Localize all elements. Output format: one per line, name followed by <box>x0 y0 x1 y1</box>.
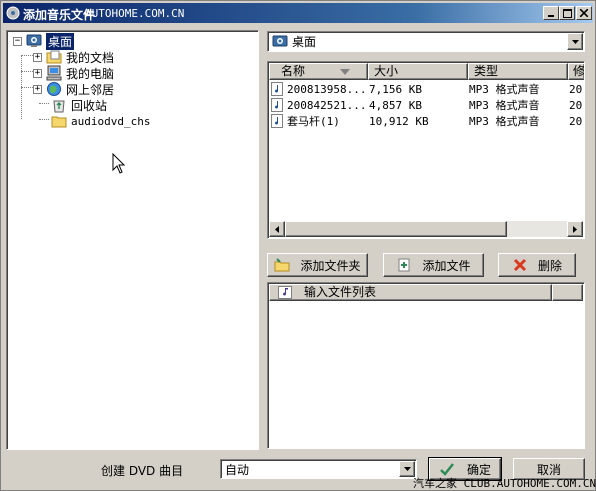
title-watermark: AUTOHOME.COM.CN <box>85 7 185 20</box>
my-computer-icon <box>46 65 62 81</box>
close-icon <box>580 9 588 17</box>
network-icon <box>47 82 61 96</box>
track-mode-value: 自动 <box>225 462 250 477</box>
input-file-list-header: 输入文件列表 <box>269 284 583 301</box>
close-button[interactable] <box>576 6 592 20</box>
tree-connector <box>39 119 49 120</box>
folder-icon <box>51 116 67 128</box>
my-documents-icon <box>46 50 62 64</box>
add-folder-label: 添加文件夹 <box>300 258 361 273</box>
file-name: 200813958... <box>287 82 367 96</box>
dialog-window: 添加音乐文件 AUTOHOME.COM.CN − 桌面 + 我的文档 + 我的电… <box>0 0 596 491</box>
file-name: 200842521... <box>287 98 367 112</box>
expand-toggle[interactable]: + <box>33 84 42 94</box>
file-size: 7,156 KB <box>369 82 422 96</box>
add-folder-button[interactable]: 添加文件夹 <box>267 253 368 277</box>
collapse-toggle[interactable]: − <box>13 36 22 46</box>
add-file-icon <box>398 258 410 272</box>
tree-item-network[interactable]: + 网上邻居 <box>33 81 114 97</box>
column-header-size[interactable]: 大小 <box>368 63 468 80</box>
file-type: MP3 格式声音 <box>469 83 540 96</box>
audio-file-icon <box>271 98 283 112</box>
mouse-cursor-icon <box>112 153 126 174</box>
audio-file-icon <box>271 82 283 96</box>
file-modified: 20 <box>569 114 583 128</box>
tree-item-recycle-bin[interactable]: 回收站 <box>51 97 107 113</box>
file-size: 4,857 KB <box>369 98 422 112</box>
tree-item-label: 我的电脑 <box>66 66 115 81</box>
expand-toggle[interactable]: + <box>33 68 42 78</box>
input-file-list[interactable]: 输入文件列表 <box>267 282 585 449</box>
location-combo[interactable]: 桌面 <box>267 31 585 52</box>
location-dropdown-button[interactable] <box>567 33 583 50</box>
footer-watermark: 汽车之家 CLUB.AUTOHOME.COM.CN <box>413 477 596 490</box>
maximize-icon <box>562 8 572 18</box>
music-note-icon <box>278 286 292 299</box>
app-icon <box>6 6 20 20</box>
chevron-down-icon <box>403 467 411 471</box>
file-modified: 20 <box>569 98 583 112</box>
scroll-thumb[interactable] <box>285 221 507 237</box>
delete-button[interactable]: 删除 <box>498 253 576 277</box>
recycle-bin-icon <box>53 100 65 113</box>
tree-item-label: 我的文档 <box>66 50 115 65</box>
column-header-type[interactable]: 类型 <box>468 63 568 80</box>
tree-item-label: 网上邻居 <box>66 82 115 97</box>
arrow-right-icon <box>573 225 577 233</box>
tree-item-audiodvd[interactable]: audiodvd_chs <box>51 113 150 129</box>
expand-toggle[interactable]: + <box>33 52 42 62</box>
file-list-header: 名称 大小 类型 修 <box>269 63 584 80</box>
column-header-modified[interactable]: 修 <box>568 63 584 80</box>
scroll-right-button[interactable] <box>567 221 583 237</box>
tree-item-label: audiodvd_chs <box>71 114 151 128</box>
minimize-icon <box>548 15 554 17</box>
title-bar[interactable]: 添加音乐文件 AUTOHOME.COM.CN <box>3 3 593 23</box>
column-header-input-files[interactable]: 输入文件列表 <box>269 284 552 301</box>
file-name: 套马杆(1) <box>287 115 340 128</box>
scroll-left-button[interactable] <box>269 221 285 237</box>
chevron-down-icon <box>571 39 579 44</box>
desktop-icon <box>26 34 42 47</box>
desktop-icon <box>272 35 288 46</box>
file-row[interactable]: 200813958... 7,156 KB MP3 格式声音 20 <box>271 81 583 97</box>
tree-item-my-documents[interactable]: + 我的文档 <box>33 49 114 65</box>
file-size: 10,912 KB <box>369 114 429 128</box>
file-type: MP3 格式声音 <box>469 115 540 128</box>
maximize-button[interactable] <box>559 6 575 20</box>
audio-file-icon <box>271 114 283 128</box>
file-row[interactable]: 200842521... 4,857 KB MP3 格式声音 20 <box>271 97 583 113</box>
horizontal-scrollbar[interactable] <box>269 221 583 237</box>
file-modified: 20 <box>569 82 583 96</box>
file-row[interactable]: 套马杆(1) 10,912 KB MP3 格式声音 20 <box>271 113 583 129</box>
track-mode-select[interactable]: 自动 <box>220 459 417 479</box>
tree-item-label: 回收站 <box>71 98 108 113</box>
column-header-name[interactable]: 名称 <box>269 63 368 80</box>
create-dvd-track-label: 创建 DVD 曲目 <box>101 464 184 478</box>
minimize-button[interactable] <box>543 6 559 20</box>
folder-tree[interactable]: − 桌面 + 我的文档 + 我的电脑 + 网上邻居 回收站 audiodvd_c… <box>6 30 259 450</box>
file-list[interactable]: 名称 大小 类型 修 200813958... 7,156 KB MP3 格式声… <box>267 61 585 239</box>
sort-arrow-icon <box>340 69 350 75</box>
add-file-button[interactable]: 添加文件 <box>383 253 484 277</box>
file-type: MP3 格式声音 <box>469 99 540 112</box>
delete-icon <box>513 258 527 272</box>
tree-connector <box>39 103 49 104</box>
location-value: 桌面 <box>292 35 317 49</box>
tree-item-desktop[interactable]: − 桌面 <box>13 32 75 50</box>
tree-item-label: 桌面 <box>46 32 75 50</box>
tree-item-my-computer[interactable]: + 我的电脑 <box>33 65 114 81</box>
add-file-label: 添加文件 <box>422 258 471 273</box>
add-folder-icon <box>274 258 290 272</box>
column-header-blank[interactable] <box>552 284 583 301</box>
arrow-left-icon <box>275 225 279 233</box>
delete-label: 删除 <box>537 258 562 273</box>
